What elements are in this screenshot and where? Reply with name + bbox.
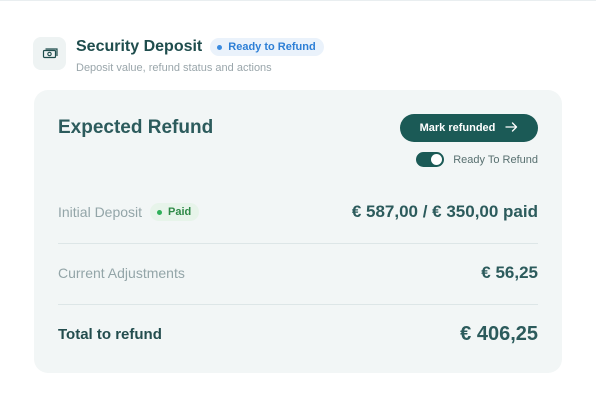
section-title: Security Deposit xyxy=(76,38,203,55)
section-subtitle: Deposit value, refund status and actions xyxy=(76,62,272,74)
expected-refund-card: Expected Refund Mark refunded Ready To R… xyxy=(34,90,562,373)
status-dot-icon xyxy=(217,44,223,50)
current-adjustments-value: € 56,25 xyxy=(481,263,538,282)
header-text: Security Deposit Ready to Refund Deposit… xyxy=(76,37,324,74)
divider xyxy=(58,304,538,305)
current-adjustments-label: Current Adjustments xyxy=(58,265,185,281)
initial-deposit-value: € 587,00 / € 350,00 paid xyxy=(351,202,538,221)
paid-dot-icon xyxy=(157,209,163,215)
initial-deposit-row: Initial Deposit Paid € 587,00 / € 350,00… xyxy=(58,202,538,222)
total-value: € 406,25 xyxy=(460,323,538,345)
section-header: Security Deposit Ready to Refund Deposit… xyxy=(33,37,324,74)
status-badge: Ready to Refund xyxy=(210,38,324,56)
divider xyxy=(58,243,538,244)
page: Security Deposit Ready to Refund Deposit… xyxy=(0,0,596,407)
ready-to-refund-toggle-row: Ready To Refund xyxy=(416,152,538,167)
mark-refunded-button[interactable]: Mark refunded xyxy=(400,114,538,142)
paid-badge: Paid xyxy=(150,203,200,221)
card-title: Expected Refund xyxy=(58,117,214,138)
current-adjustments-row: Current Adjustments € 56,25 xyxy=(58,263,538,283)
status-badge-label: Ready to Refund xyxy=(228,41,316,53)
money-icon xyxy=(33,37,66,70)
ready-to-refund-toggle[interactable] xyxy=(416,152,445,167)
mark-refunded-label: Mark refunded xyxy=(419,122,496,134)
paid-badge-label: Paid xyxy=(168,206,192,218)
total-row: Total to refund € 406,25 xyxy=(58,323,538,346)
toggle-label: Ready To Refund xyxy=(453,153,538,166)
toggle-knob xyxy=(431,154,443,165)
initial-deposit-label: Initial Deposit xyxy=(58,204,143,220)
initial-deposit-label-group: Initial Deposit Paid xyxy=(58,203,200,221)
title-row: Security Deposit Ready to Refund xyxy=(76,37,324,57)
total-label: Total to refund xyxy=(58,326,162,343)
arrow-right-icon xyxy=(505,121,518,135)
